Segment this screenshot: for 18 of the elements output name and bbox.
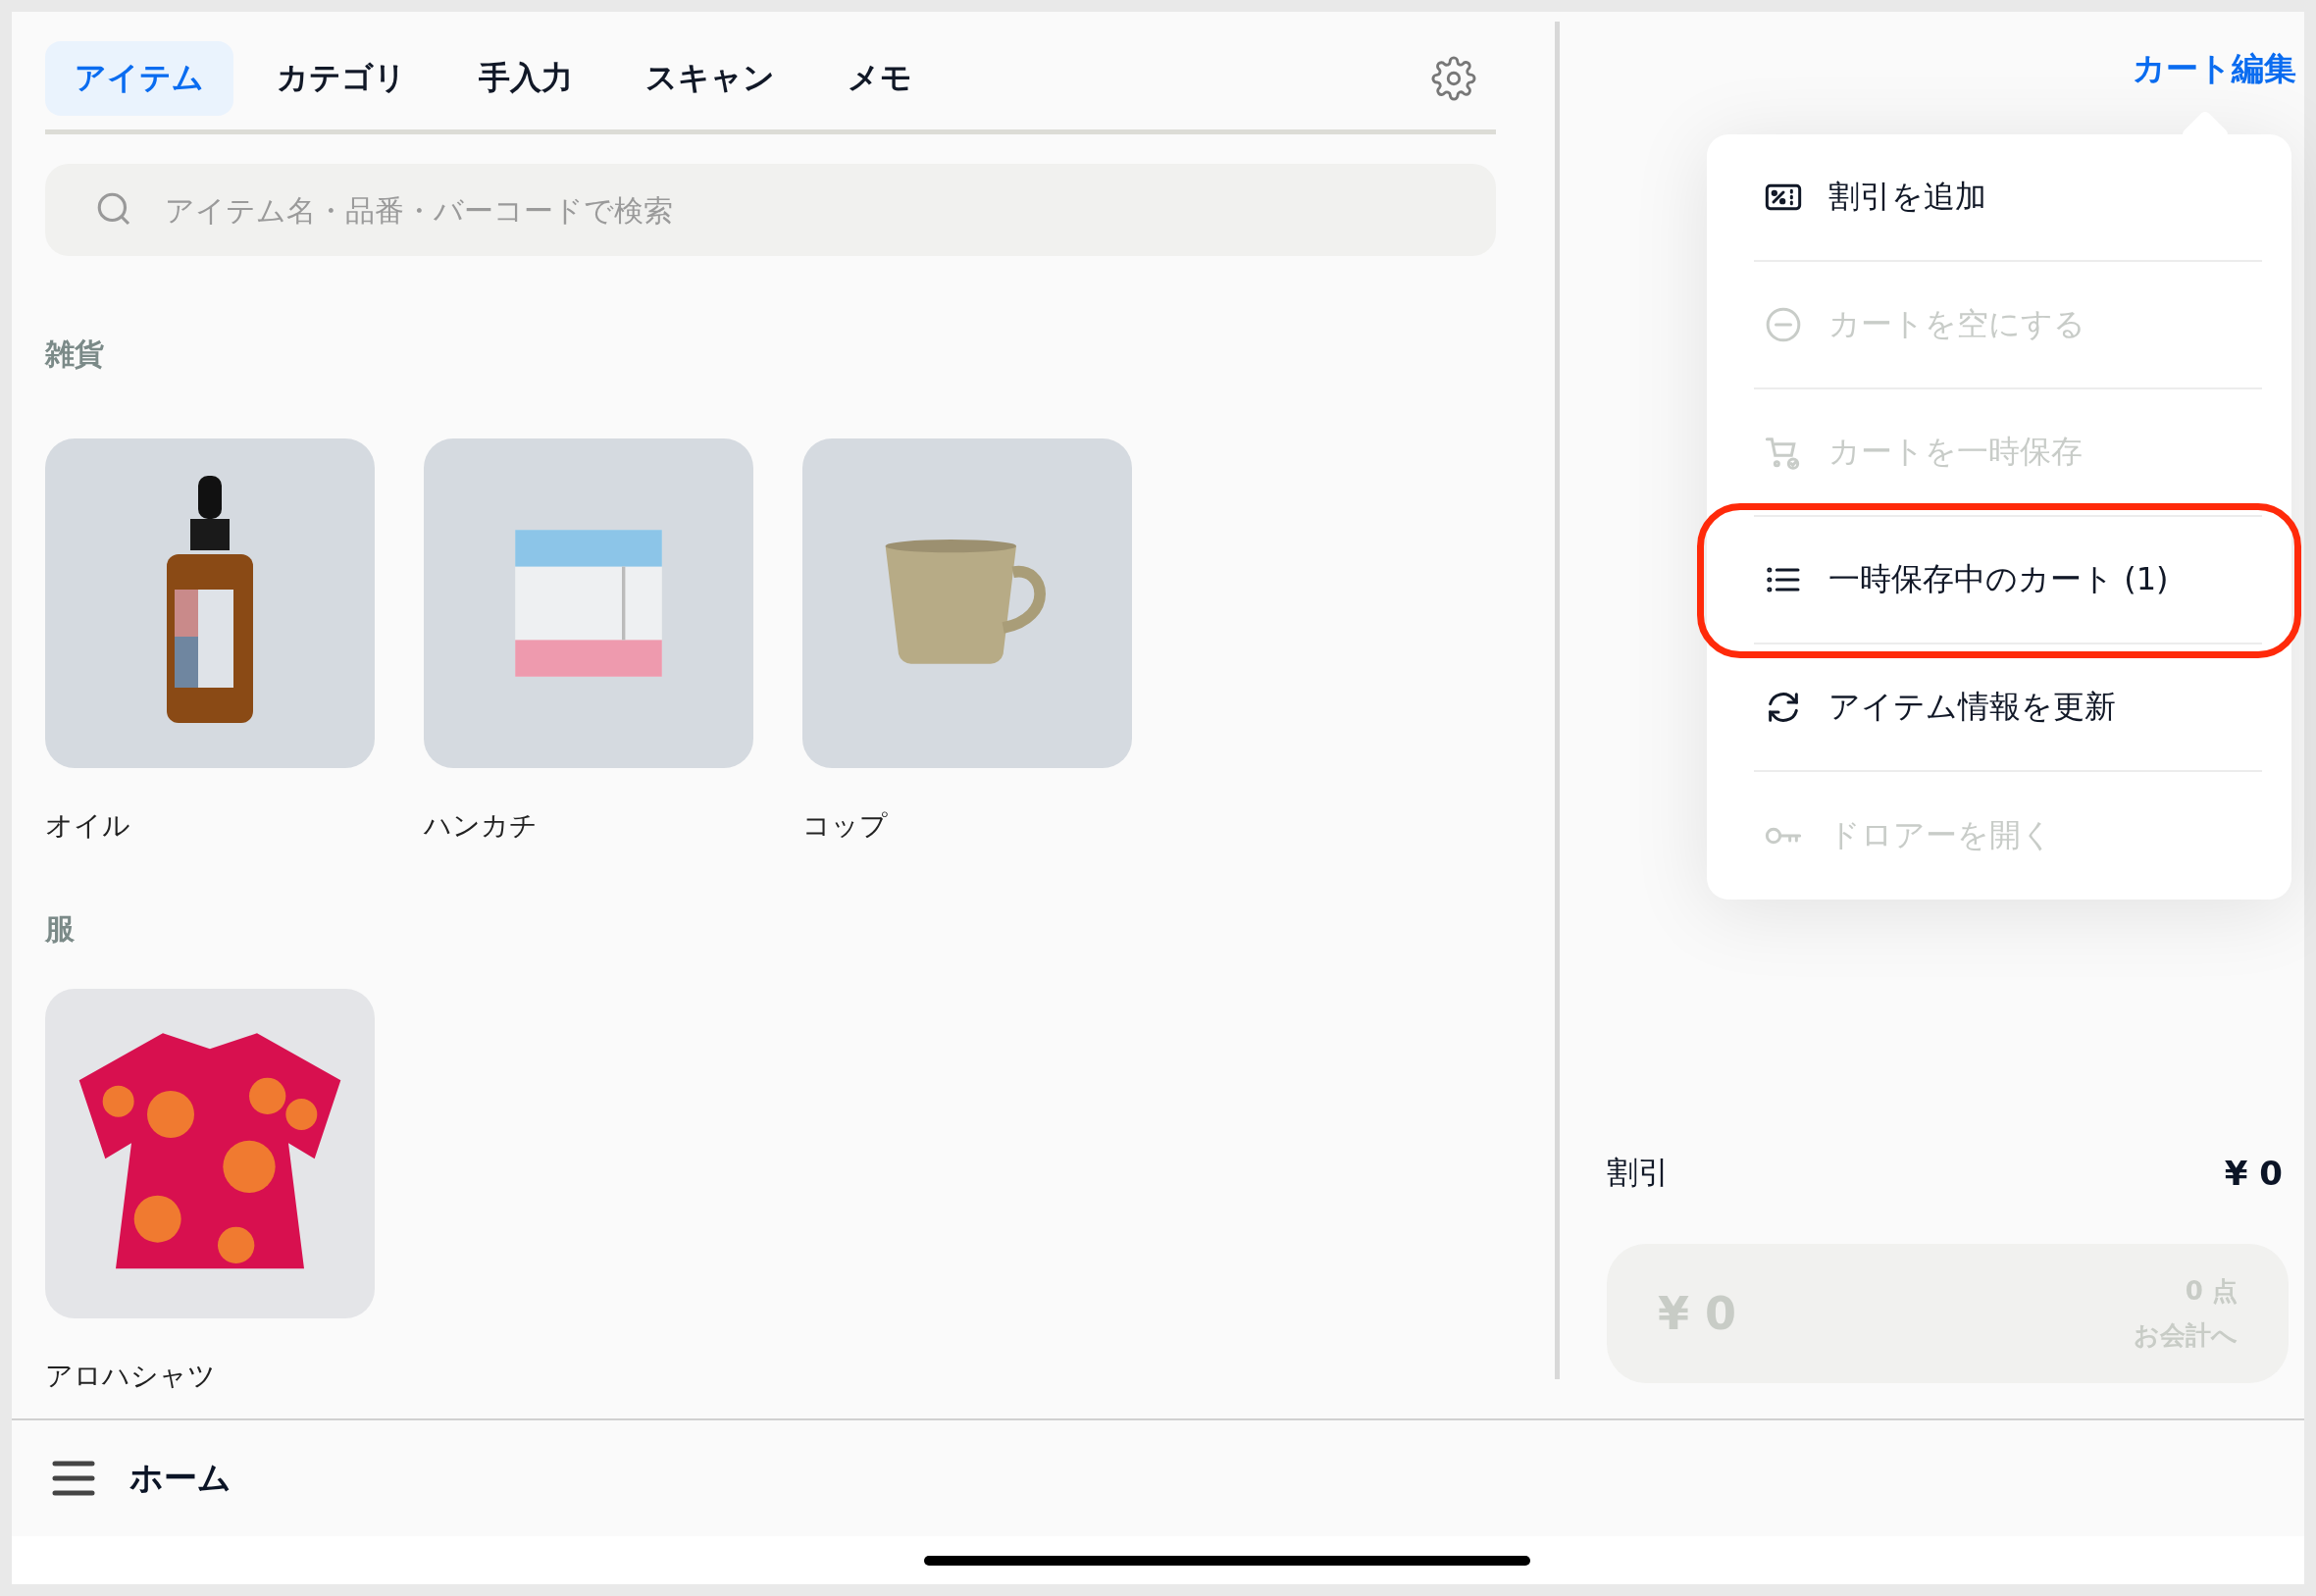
menu-item[interactable]: 割引を追加 (1754, 134, 2262, 262)
menu-icon[interactable] (51, 1459, 96, 1498)
settings-icon[interactable] (1431, 56, 1476, 101)
page-title: ホーム (129, 1457, 232, 1499)
tab[interactable]: カテゴリ (247, 41, 436, 116)
tab[interactable]: スキャン (616, 41, 804, 116)
tab[interactable]: アイテム (45, 41, 233, 116)
cart-edit-link[interactable]: カート編集 (2133, 47, 2296, 91)
tab[interactable]: メモ (818, 41, 942, 116)
menu-item[interactable]: 一時保存中のカート (1) (1754, 517, 2262, 644)
discount-value: ¥ 0 (2224, 1154, 2283, 1193)
section-title: 雑貨 (45, 335, 105, 373)
minus-circle-icon (1764, 305, 1803, 344)
tab[interactable]: 手入力 (449, 41, 602, 116)
discount-label: 割引 (1607, 1153, 1670, 1193)
search-field[interactable]: アイテム名・品番・バーコードで検索 (45, 164, 1496, 256)
section-title: 服 (45, 910, 76, 948)
menu-item[interactable]: アイテム情報を更新 (1754, 644, 2262, 772)
